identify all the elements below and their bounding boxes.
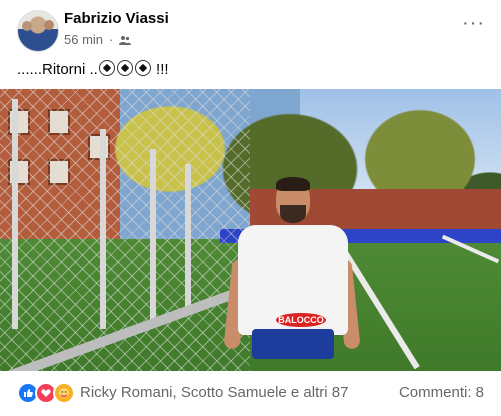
post-time[interactable]: 56 min	[64, 32, 103, 47]
care-icon	[53, 382, 75, 404]
reaction-icons[interactable]	[17, 382, 75, 404]
reaction-names[interactable]: Ricky Romani, Scotto Samuele e altri 87	[80, 384, 348, 401]
comments-count[interactable]: Commenti: 8	[399, 384, 484, 401]
post-text: ......Ritorni .. !!!	[17, 60, 169, 78]
post-text-content: ......Ritorni ..	[17, 61, 98, 78]
player-shirt: BALOCCO	[238, 225, 348, 335]
post-text-ending: !!!	[151, 61, 169, 78]
post-footer: Ricky Romani, Scotto Samuele e altri 87 …	[0, 371, 501, 416]
post-header: Fabrizio Viassi 56 min · ···	[17, 9, 487, 53]
more-options-icon[interactable]: ···	[462, 13, 485, 33]
avatar-figure	[44, 20, 54, 30]
soccer-ball-icon	[134, 60, 151, 76]
soccer-ball-icon	[98, 60, 115, 76]
avatar-figure	[22, 21, 32, 31]
post-photo[interactable]: BALOCCO	[0, 89, 501, 371]
author-avatar[interactable]	[17, 10, 59, 52]
player-beard	[280, 205, 306, 223]
post-meta: 56 min ·	[64, 32, 132, 47]
author-name[interactable]: Fabrizio Viassi	[64, 10, 169, 27]
player-hair	[276, 177, 310, 191]
meta-separator: ·	[109, 32, 114, 47]
facebook-post: Fabrizio Viassi 56 min · ··· ......Ritor…	[0, 0, 501, 416]
photo-player: BALOCCO	[223, 177, 361, 371]
player-shorts	[252, 329, 334, 359]
shirt-sponsor: BALOCCO	[276, 313, 326, 327]
soccer-ball-icon	[116, 60, 133, 76]
friends-icon[interactable]	[119, 35, 132, 45]
photo-curb	[0, 289, 260, 371]
